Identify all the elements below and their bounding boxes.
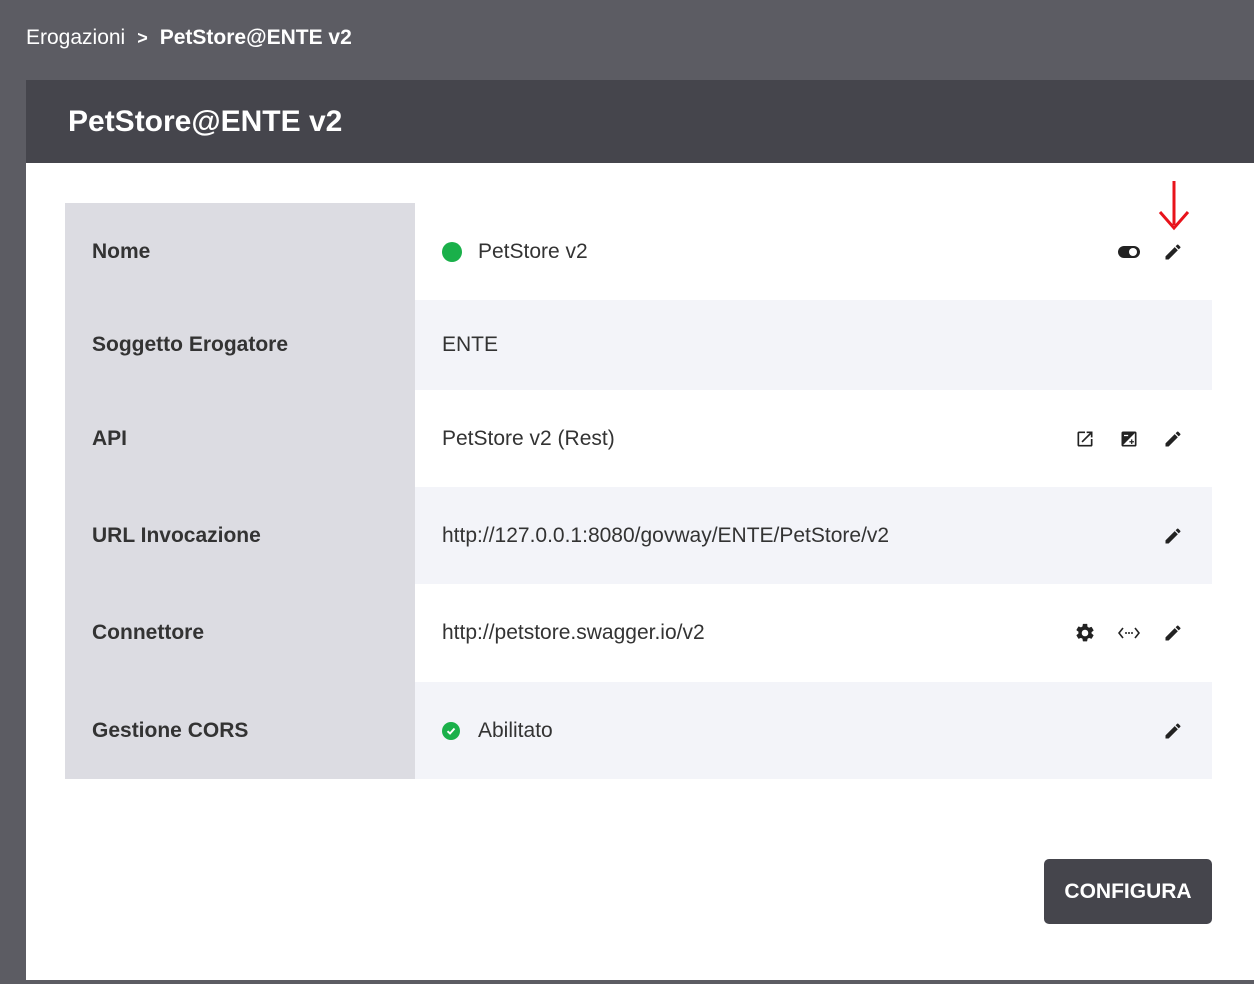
row-value: Abilitato <box>478 718 553 742</box>
row-value-cell: PetStore v2 (Rest) <box>415 390 1212 487</box>
row-value-cell: Abilitato <box>415 682 1212 779</box>
table-row-nome: Nome PetStore v2 <box>65 203 1212 300</box>
edit-icon[interactable] <box>1162 720 1184 742</box>
toggle-icon[interactable] <box>1118 241 1140 263</box>
detail-panel: PetStore@ENTE v2 Nome PetStore v2 Sogget… <box>26 80 1254 980</box>
row-label: URL Invocazione <box>65 487 415 584</box>
row-label: Nome <box>65 203 415 300</box>
row-label: Connettore <box>65 584 415 682</box>
row-value: PetStore v2 <box>478 239 588 263</box>
add-subtract-icon[interactable] <box>1118 428 1140 450</box>
row-value: http://petstore.swagger.io/v2 <box>442 621 705 644</box>
edit-icon[interactable] <box>1162 622 1184 644</box>
row-value-cell: PetStore v2 <box>415 203 1212 300</box>
row-value: http://127.0.0.1:8080/govway/ENTE/PetSto… <box>442 523 890 547</box>
open-external-icon[interactable] <box>1074 428 1096 450</box>
row-value-cell: ENTE <box>415 300 1212 390</box>
code-arrows-icon[interactable] <box>1118 622 1140 644</box>
table-row-gestione-cors: Gestione CORS Abilitato <box>65 682 1212 779</box>
configure-button[interactable]: CONFIGURA <box>1044 859 1212 924</box>
row-value: ENTE <box>442 333 499 356</box>
gear-icon[interactable] <box>1074 622 1096 644</box>
breadcrumb-current: PetStore@ENTE v2 <box>159 26 352 49</box>
row-label: Soggetto Erogatore <box>65 300 415 390</box>
table-row-connettore: Connettore http://petstore.swagger.io/v2 <box>65 584 1212 682</box>
status-dot-icon <box>442 241 462 262</box>
check-circle-icon <box>442 721 460 740</box>
table-row-url-invocazione: URL Invocazione http://127.0.0.1:8080/go… <box>65 487 1212 584</box>
edit-icon[interactable] <box>1162 241 1184 263</box>
breadcrumb: Erogazioni > PetStore@ENTE v2 <box>0 0 1254 80</box>
row-value-cell: http://127.0.0.1:8080/govway/ENTE/PetSto… <box>415 487 1212 584</box>
page-title: PetStore@ENTE v2 <box>26 80 1254 163</box>
row-value: PetStore v2 (Rest) <box>442 426 615 450</box>
edit-icon[interactable] <box>1162 428 1184 450</box>
table-row-soggetto-erogatore: Soggetto Erogatore ENTE <box>65 300 1212 390</box>
row-label: API <box>65 390 415 487</box>
bottom-border <box>0 980 1254 984</box>
row-label: Gestione CORS <box>65 682 415 779</box>
table-row-api: API PetStore v2 (Rest) <box>65 390 1212 487</box>
row-value-cell: http://petstore.swagger.io/v2 <box>415 584 1212 682</box>
breadcrumb-root-link[interactable]: Erogazioni <box>26 26 125 50</box>
annotation-arrow-icon <box>1158 181 1190 231</box>
edit-icon[interactable] <box>1162 525 1184 547</box>
detail-table: Nome PetStore v2 Soggetto Erogatore ENTE… <box>65 203 1212 779</box>
breadcrumb-separator: > <box>137 27 148 48</box>
